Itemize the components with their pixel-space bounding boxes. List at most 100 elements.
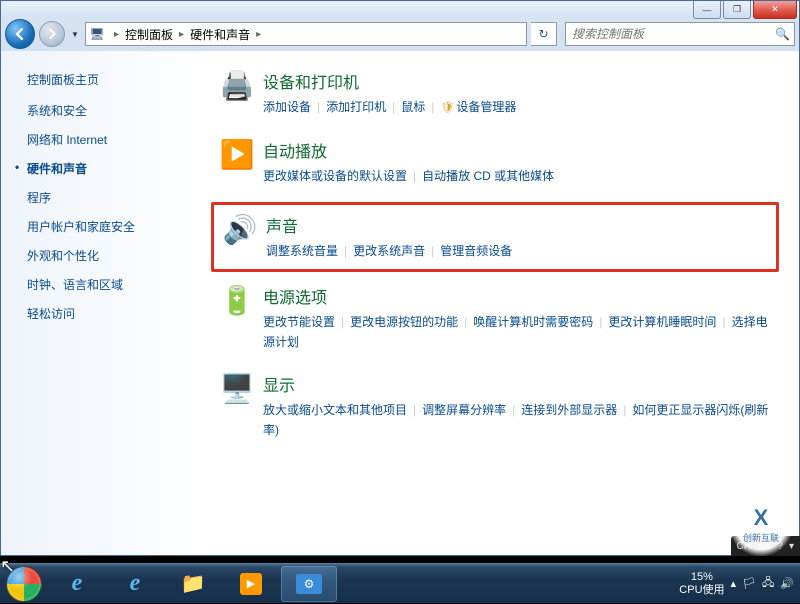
category-links: 更改媒体或设备的默认设置 | 自动播放 CD 或其他媒体 [263,166,775,186]
category-title[interactable]: 自动播放 [263,138,775,162]
sidebar-item[interactable]: 时钟、语言和区域 [27,276,191,293]
category-title[interactable]: 设备和打印机 [263,69,775,93]
content-area: 控制面板主页 系统和安全网络和 Internet 硬件和声音程序用户帐户和家庭安全… [1,51,799,555]
arrow-right-icon [46,28,58,40]
link-divider: | [464,315,467,329]
search-input[interactable]: 🔍 [565,22,795,46]
shield-icon: 🛡 [440,102,454,114]
link-divider: | [413,169,416,183]
ie-icon[interactable]: e [49,566,105,602]
sidebar-item[interactable]: 程序 [27,189,191,206]
category-link[interactable]: 添加设备 [263,100,311,114]
back-button[interactable] [5,19,35,49]
category-link[interactable]: 自动播放 CD 或其他媒体 [422,169,554,183]
taskbar: ee📁▶⚙ 15% CPU使用 ▴ 🏳 🖧 🔊 [0,563,800,603]
ie-alt-icon[interactable]: e [107,566,163,602]
chevron-right-icon: ▸ [108,29,125,40]
maximize-button[interactable]: ❐ [723,1,751,19]
category-link[interactable]: 设备管理器 [456,100,516,114]
control-panel-window: — ❐ ✕ ▼ 🖥 ▸ 控制面板 ▸ 硬件和声音 ▸ ↻ 🔍 控制面板主页 [0,0,800,556]
volume-icon[interactable]: 🔊 [780,577,794,590]
category: 🖥️显示放大或缩小文本和其他项目|调整屏幕分辨率|连接到外部显示器|如何更正显示… [211,368,779,444]
breadcrumb-current[interactable]: 硬件和声音 [190,26,250,43]
category-link[interactable]: 更改媒体或设备的默认设置 [263,169,407,183]
chevron-right-icon: ▸ [250,29,267,40]
system-tray: 15% CPU使用 ▴ 🏳 🖧 🔊 [679,571,800,597]
link-divider: | [623,403,626,417]
category-link[interactable]: 更改节能设置 [263,315,335,329]
forward-button[interactable] [39,21,65,47]
search-icon: 🔍 [775,27,790,41]
action-center-icon[interactable]: 🏳 [742,577,756,590]
category-links: 调整系统音量 | 更改系统声音 | 管理音频设备 [266,241,772,261]
chevron-down-icon[interactable]: ▾ [789,541,794,552]
search-field[interactable] [566,23,794,45]
history-dropdown[interactable]: ▼ [69,24,81,44]
category-link[interactable]: 鼠标 [401,100,425,114]
category: 🔋电源选项更改节能设置 | 更改电源按钮的功能 | 唤醒计算机时需要密码 | 更改计算机睡眠… [211,280,779,356]
sidebar-item[interactable]: 外观和个性化 [27,247,191,264]
sidebar-title[interactable]: 控制面板主页 [27,71,191,88]
category-link[interactable]: 管理音频设备 [440,244,512,258]
link-divider: | [344,244,347,258]
media-player-icon[interactable]: ▶ [223,566,279,602]
link-divider: | [317,100,320,114]
link-divider: | [431,100,434,114]
category-link[interactable]: 更改电源按钮的功能 [350,315,458,329]
category-link[interactable]: 唤醒计算机时需要密码 [473,315,593,329]
breadcrumb-root[interactable]: 控制面板 [125,26,173,43]
category-icon: 🔊 [218,213,262,253]
sidebar: 控制面板主页 系统和安全网络和 Internet 硬件和声音程序用户帐户和家庭安全… [1,51,201,555]
category-icon: ▶️ [215,138,259,178]
sidebar-item[interactable]: 硬件和声音 [27,160,191,177]
caption-buttons: — ❐ ✕ [693,1,797,19]
category-link[interactable]: 更改系统声音 [353,244,425,258]
category-title[interactable]: 声音 [266,213,772,237]
sidebar-item[interactable]: 用户帐户和家庭安全 [27,218,191,235]
windows-logo-icon [6,566,42,602]
category-link[interactable]: 更改计算机睡眠时间 [608,315,716,329]
category-link[interactable]: 调整屏幕分辨率 [422,403,506,417]
titlebar: — ❐ ✕ [1,1,799,17]
sidebar-item[interactable]: 网络和 Internet [27,131,191,148]
link-divider: | [392,100,395,114]
close-button[interactable]: ✕ [753,1,797,19]
category: 🖨️设备和打印机添加设备 | 添加打印机 | 鼠标 | 🛡设备管理器 [211,65,779,122]
category-links: 放大或缩小文本和其他项目|调整屏幕分辨率|连接到外部显示器|如何更正显示器闪烁(… [263,400,775,440]
chevron-right-icon: ▸ [173,29,190,40]
sidebar-item[interactable]: 轻松访问 [27,305,191,322]
breadcrumb[interactable]: 🖥 ▸ 控制面板 ▸ 硬件和声音 ▸ [85,22,527,46]
category: 🔊声音调整系统音量 | 更改系统声音 | 管理音频设备 [211,202,779,272]
network-icon[interactable]: 🖧 [762,574,774,593]
category-icon: 🖥️ [215,372,259,412]
link-divider: | [599,315,602,329]
category-links: 更改节能设置|更改电源按钮的功能|唤醒计算机时需要密码|更改计算机睡眠时间|选择… [263,312,775,352]
link-divider: | [341,315,344,329]
link-divider: | [413,403,416,417]
category-links: 添加设备 | 添加打印机 | 鼠标 | 🛡设备管理器 [263,97,775,118]
category-title[interactable]: 电源选项 [263,284,775,308]
watermark-logo: X 创新互联 [728,491,794,557]
category-title[interactable]: 显示 [263,372,775,396]
sidebar-item[interactable]: 系统和安全 [27,102,191,119]
category: ▶️自动播放更改媒体或设备的默认设置 | 自动播放 CD 或其他媒体 [211,134,779,190]
refresh-button[interactable]: ↻ [531,22,557,46]
category-link[interactable]: 放大或缩小文本和其他项目 [263,403,407,417]
location-icon: 🖥 [86,27,108,41]
category-icon: 🖨️ [215,69,259,109]
minimize-button[interactable]: — [693,1,721,19]
tray-expand-icon[interactable]: ▴ [731,577,737,590]
link-divider: | [722,315,725,329]
category-link[interactable]: 连接到外部显示器 [521,403,617,417]
control-panel-icon[interactable]: ⚙ [281,566,337,602]
category-link[interactable]: 添加打印机 [326,100,386,114]
arrow-left-icon [13,27,27,41]
main-panel: 🖨️设备和打印机添加设备 | 添加打印机 | 鼠标 | 🛡设备管理器 ▶️自动播放更改媒体或设… [201,51,799,555]
explorer-icon[interactable]: 📁 [165,566,221,602]
navigation-bar: ▼ 🖥 ▸ 控制面板 ▸ 硬件和声音 ▸ ↻ 🔍 [1,17,799,51]
category-link[interactable]: 调整系统音量 [266,244,338,258]
category-icon: 🔋 [215,284,259,324]
link-divider: | [431,244,434,258]
cpu-meter[interactable]: 15% CPU使用 [679,571,724,597]
start-button[interactable] [0,564,48,604]
